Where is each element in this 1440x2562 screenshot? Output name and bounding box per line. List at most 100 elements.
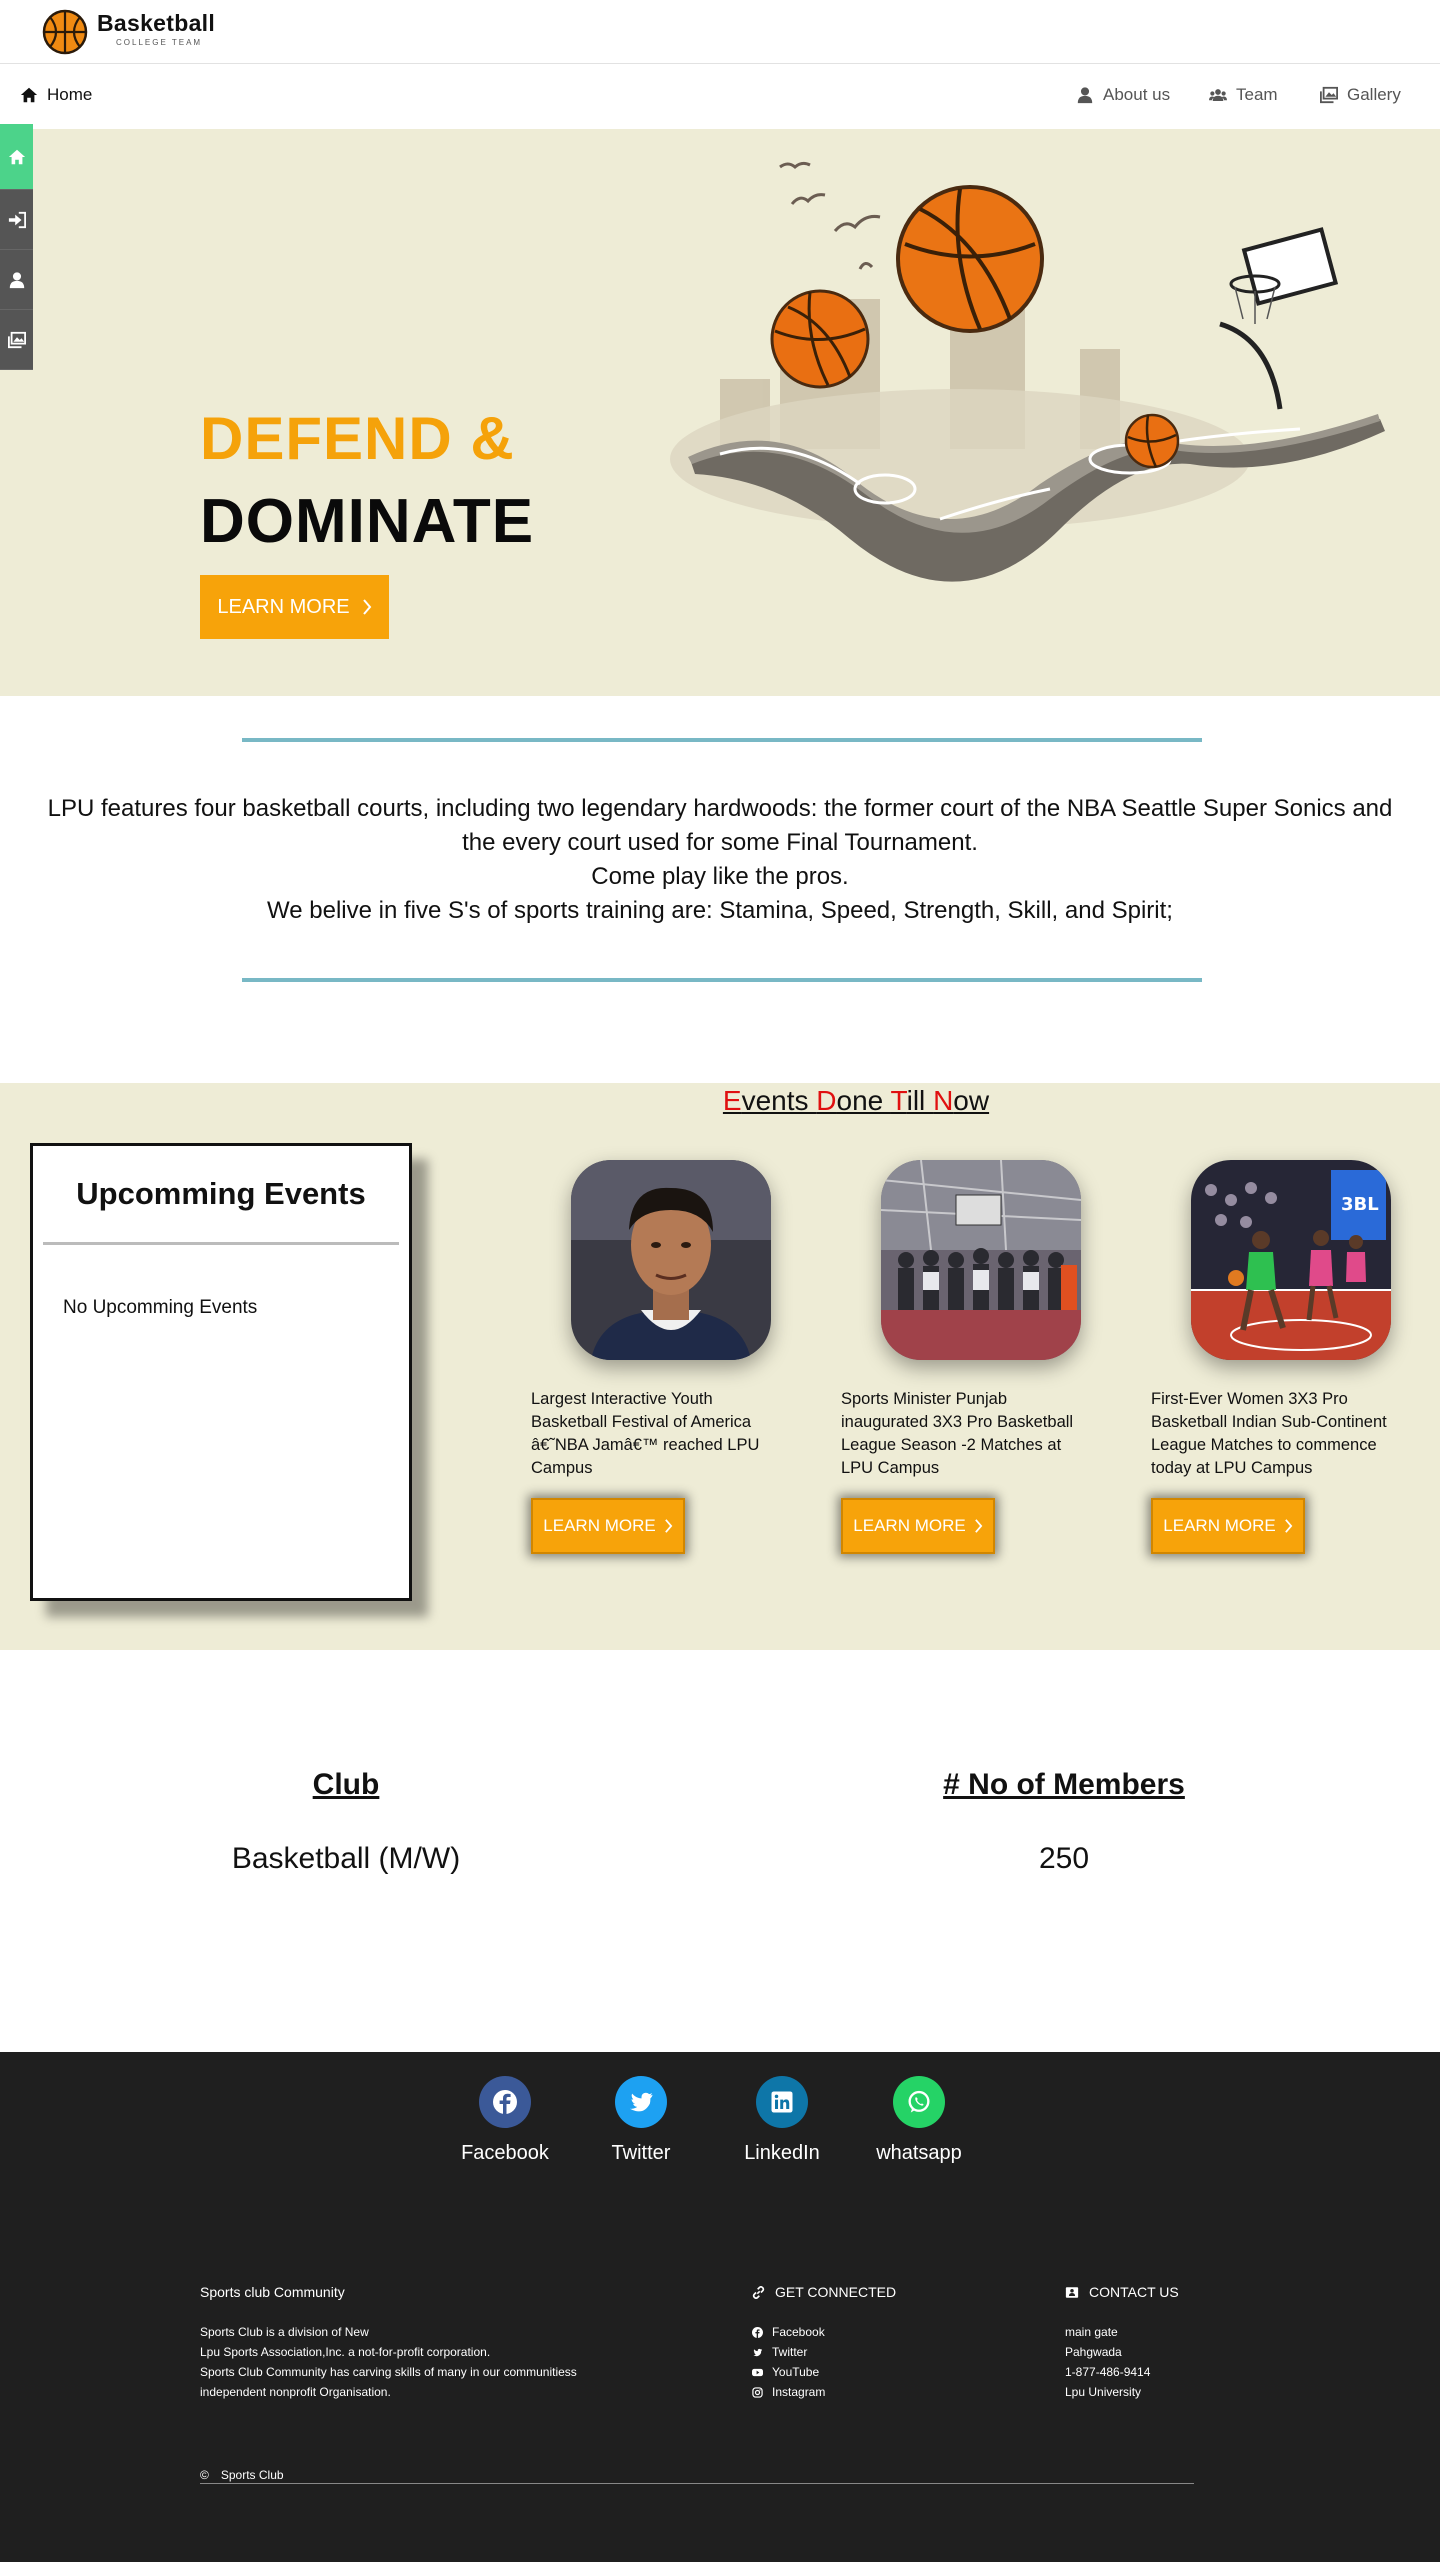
sign-in-icon — [8, 211, 26, 228]
nav-home-label: Home — [47, 85, 93, 104]
hero-learn-more-button[interactable]: LEARN MORE — [200, 575, 389, 639]
basketball-logo-icon[interactable] — [42, 9, 88, 55]
facebook-icon — [479, 2076, 531, 2128]
side-social-strip — [0, 124, 33, 370]
event-image-group[interactable] — [881, 1160, 1081, 1360]
event-learn-more-button[interactable]: LEARN MORE — [841, 1498, 995, 1554]
upcoming-divider — [43, 1242, 399, 1245]
footer-link-instagram[interactable]: Instagram — [752, 2382, 952, 2402]
footer-connect-title: GET CONNECTED — [775, 2284, 897, 2300]
event-card-text: First-Ever Women 3X3 Pro Basketball Indi… — [1151, 1390, 1387, 1477]
user-icon — [1077, 87, 1093, 104]
event-learn-more-label: LEARN MORE — [543, 1516, 656, 1535]
footer-divider — [200, 2483, 1194, 2484]
copyright: © Sports Club — [200, 2468, 284, 2482]
social-twitter[interactable]: Twitter — [576, 2076, 706, 2165]
social-facebook[interactable]: Facebook — [440, 2076, 570, 2165]
event-card-text: Largest Interactive Youth Basketball Fes… — [531, 1390, 760, 1477]
side-login-button[interactable] — [0, 190, 33, 250]
social-linkedin[interactable]: LinkedIn — [717, 2076, 847, 2165]
event-image-player[interactable] — [571, 1160, 771, 1360]
side-home-button[interactable] — [0, 124, 33, 190]
footer-about-line: independent nonprofit Organisation. — [200, 2385, 391, 2399]
nav-gallery[interactable]: Gallery — [1320, 85, 1401, 105]
copyright-text: Sports Club — [220, 2468, 284, 2482]
event-learn-more-button[interactable]: LEARN MORE — [1151, 1498, 1305, 1554]
events-title: Events Done Till Now — [0, 1085, 1440, 1117]
footer-connect-heading: GET CONNECTED — [752, 2282, 952, 2302]
footer-about-title: Sports club Community — [200, 2284, 345, 2300]
about-line-2: Come play like the pros. — [591, 863, 849, 890]
events-title-part-2: one — [836, 1085, 891, 1116]
event-learn-more-label: LEARN MORE — [853, 1516, 966, 1535]
copyright-symbol: © — [200, 2468, 209, 2482]
footer-contact-line: main gate — [1065, 2325, 1118, 2339]
events-title-part-3: ill — [906, 1085, 934, 1116]
members-header: # No of Members — [943, 1768, 1185, 1801]
events-title-part-4: ow — [953, 1085, 990, 1116]
nav-about[interactable]: About us — [1076, 85, 1170, 105]
hero-section: DEFEND & DOMINATE LEARN MORE — [0, 129, 1440, 696]
footer-link-twitter[interactable]: Twitter — [752, 2342, 952, 2362]
event-card: 3BL First-Ever Women 3X3 Pro Basketball … — [1151, 1160, 1401, 1554]
side-user-button[interactable] — [0, 250, 33, 310]
about-top-divider — [242, 738, 1202, 742]
nav-about-label: About us — [1103, 85, 1171, 104]
instagram-icon — [752, 2386, 763, 2398]
events-title-letter-4: N — [933, 1085, 954, 1116]
chevron-right-icon — [362, 599, 371, 615]
footer-contact-line: Pahgwada — [1065, 2345, 1122, 2359]
events-title-part-1: vents — [741, 1085, 817, 1116]
facebook-icon — [752, 2326, 763, 2338]
home-icon — [20, 87, 38, 103]
footer-link-youtube[interactable]: YouTube — [752, 2362, 952, 2382]
footer-contact-line: Lpu University — [1065, 2385, 1142, 2399]
nav-team[interactable]: Team — [1209, 85, 1278, 105]
upcoming-events-panel: Upcomming Events No Upcomming Events — [30, 1143, 412, 1601]
footer-about-line: Sports Club is a division of New — [200, 2325, 369, 2339]
about-text: LPU features four basketball courts, inc… — [40, 792, 1400, 928]
twitter-icon — [753, 2348, 763, 2356]
social-twitter-label: Twitter — [611, 2142, 671, 2164]
members-count-cell: 250 — [1038, 1842, 1090, 1875]
footer-contact-title: CONTACT US — [1089, 2284, 1179, 2300]
gallery-icon — [1320, 86, 1338, 104]
event-learn-more-label: LEARN MORE — [1163, 1516, 1276, 1535]
side-gallery-button[interactable] — [0, 310, 33, 370]
footer-connect-column: GET CONNECTED Facebook Twitter YouTube I… — [752, 2282, 952, 2402]
brand-title[interactable]: Basketball — [97, 10, 215, 37]
social-linkedin-label: LinkedIn — [744, 2142, 820, 2164]
navbar: Home About us Team Gallery — [0, 65, 1440, 129]
chevron-right-icon — [974, 1519, 983, 1533]
hero-headline: DOMINATE — [200, 487, 535, 556]
footer-link-label: YouTube — [772, 2365, 820, 2379]
footer-link-facebook[interactable]: Facebook — [752, 2322, 952, 2342]
club-header: Club — [312, 1768, 380, 1801]
footer-contact-heading: CONTACT US — [1065, 2282, 1225, 2302]
event-card-text: Sports Minister Punjab inaugurated 3X3 P… — [841, 1390, 1074, 1477]
events-section: Events Done Till Now Upcomming Events No… — [0, 1083, 1440, 1650]
events-title-letter-1: E — [722, 1085, 742, 1116]
event-image-match[interactable]: 3BL — [1191, 1160, 1391, 1360]
brand-subtitle: COLLEGE TEAM — [116, 38, 203, 47]
events-title-letter-2: D — [816, 1085, 837, 1116]
basketball-court-illustration — [670, 161, 1385, 582]
footer-contact-line: 1-877-486-9414 — [1065, 2365, 1151, 2379]
event-card: Largest Interactive Youth Basketball Fes… — [531, 1160, 781, 1554]
footer-link-label: Instagram — [772, 2385, 826, 2399]
users-icon — [1209, 89, 1227, 101]
club-table: Club # No of Members Basketball (M/W) 25… — [0, 1650, 1440, 2052]
twitter-icon — [615, 2076, 667, 2128]
home-icon — [8, 149, 25, 164]
nav-team-label: Team — [1236, 85, 1278, 104]
social-whatsapp[interactable]: whatsapp — [854, 2076, 984, 2165]
nav-home[interactable]: Home — [20, 85, 92, 105]
social-facebook-label: Facebook — [461, 2142, 549, 2164]
about-bottom-divider — [242, 978, 1202, 982]
logo-bar: Basketball COLLEGE TEAM — [0, 0, 1440, 64]
event-learn-more-button[interactable]: LEARN MORE — [531, 1498, 685, 1554]
hero-learn-more-label: LEARN MORE — [217, 595, 350, 618]
link-icon — [752, 2285, 765, 2299]
upcoming-empty-text: No Upcomming Events — [63, 1297, 258, 1318]
footer-link-label: Facebook — [772, 2325, 825, 2339]
